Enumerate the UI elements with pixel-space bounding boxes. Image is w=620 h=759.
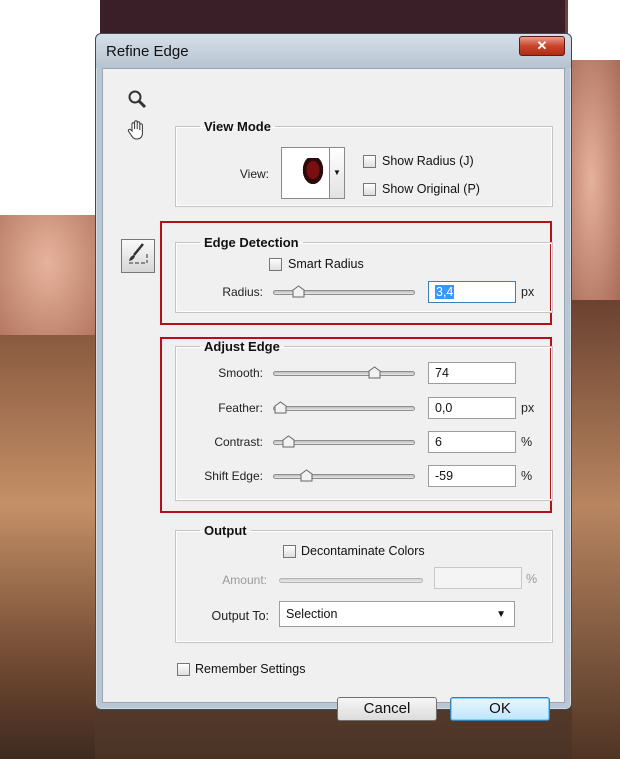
amount-slider[interactable] bbox=[279, 578, 423, 583]
decontaminate-colors-checkbox[interactable] bbox=[283, 545, 296, 558]
output-to-value: Selection bbox=[286, 607, 338, 621]
contrast-input[interactable]: 6 bbox=[428, 431, 516, 453]
amount-label: Amount: bbox=[222, 573, 267, 587]
remember-settings-label: Remember Settings bbox=[195, 662, 306, 676]
radius-unit: px bbox=[521, 285, 535, 299]
refine-radius-brush-icon[interactable] bbox=[121, 239, 155, 273]
shift-edge-input[interactable]: -59 bbox=[428, 465, 516, 487]
output-to-label: Output To: bbox=[211, 609, 269, 623]
view-mode-legend: View Mode bbox=[204, 119, 271, 134]
shift-edge-slider[interactable] bbox=[273, 469, 415, 482]
adjust-edge-legend: Adjust Edge bbox=[204, 339, 280, 354]
show-original-checkbox[interactable] bbox=[363, 183, 376, 196]
radius-slider-thumb[interactable] bbox=[292, 285, 305, 298]
feather-value: 0,0 bbox=[435, 401, 453, 415]
close-icon: ✕ bbox=[536, 38, 548, 53]
feather-unit: px bbox=[521, 401, 535, 415]
title-bar[interactable]: Refine Edge ✕ bbox=[96, 34, 571, 68]
contrast-unit: % bbox=[521, 435, 533, 449]
feather-label: Feather: bbox=[218, 401, 263, 415]
cancel-button[interactable]: Cancel bbox=[337, 697, 437, 721]
edge-detection-legend: Edge Detection bbox=[204, 235, 299, 250]
contrast-value: 6 bbox=[435, 435, 442, 449]
photo-hand-left bbox=[0, 215, 95, 335]
feather-input[interactable]: 0,0 bbox=[428, 397, 516, 419]
dialog-client-area: View Mode View: ▼ Show Radius (J) Show O… bbox=[102, 68, 565, 721]
amount-input[interactable] bbox=[434, 567, 522, 589]
show-radius-label: Show Radius (J) bbox=[382, 154, 474, 168]
radius-slider[interactable] bbox=[273, 285, 415, 298]
output-legend: Output bbox=[204, 523, 247, 538]
smart-radius-label: Smart Radius bbox=[288, 257, 364, 271]
refine-edge-dialog: Refine Edge ✕ View Mode View: ▼ Show Rad… bbox=[95, 33, 572, 721]
view-preview-thumbnail bbox=[300, 158, 326, 188]
photo-hair-right bbox=[572, 300, 620, 759]
ok-button[interactable]: OK bbox=[450, 697, 550, 721]
radius-label: Radius: bbox=[222, 285, 263, 299]
output-to-select[interactable]: Selection ▼ bbox=[279, 601, 515, 627]
chevron-down-icon[interactable]: ▼ bbox=[329, 148, 344, 198]
smooth-value: 74 bbox=[435, 366, 449, 380]
dialog-title: Refine Edge bbox=[106, 43, 189, 60]
show-radius-checkbox[interactable] bbox=[363, 155, 376, 168]
view-label: View: bbox=[239, 167, 269, 181]
magnifier-icon[interactable] bbox=[125, 89, 149, 113]
smart-radius-checkbox[interactable] bbox=[269, 258, 282, 271]
photo-hand-right bbox=[572, 60, 620, 300]
close-button[interactable]: ✕ bbox=[519, 36, 565, 56]
smooth-slider[interactable] bbox=[273, 366, 415, 379]
shift-edge-label: Shift Edge: bbox=[204, 469, 263, 483]
show-original-label: Show Original (P) bbox=[382, 182, 480, 196]
feather-slider-thumb[interactable] bbox=[274, 401, 287, 414]
shift-edge-value: -59 bbox=[435, 469, 454, 483]
shift-edge-slider-thumb[interactable] bbox=[300, 469, 313, 482]
amount-unit: % bbox=[526, 572, 538, 586]
feather-slider[interactable] bbox=[273, 401, 415, 414]
photo-hair-left bbox=[0, 335, 95, 759]
contrast-label: Contrast: bbox=[214, 435, 263, 449]
hand-icon[interactable] bbox=[125, 119, 149, 143]
radius-input[interactable]: 3,4 bbox=[428, 281, 516, 303]
contrast-slider-thumb[interactable] bbox=[282, 435, 295, 448]
chevron-down-icon: ▼ bbox=[496, 609, 506, 620]
view-mode-picker[interactable]: ▼ bbox=[281, 147, 345, 199]
shift-edge-unit: % bbox=[521, 469, 533, 483]
decontaminate-colors-label: Decontaminate Colors bbox=[301, 544, 425, 558]
smooth-slider-thumb[interactable] bbox=[368, 366, 381, 379]
smooth-label: Smooth: bbox=[218, 366, 263, 380]
contrast-slider[interactable] bbox=[273, 435, 415, 448]
radius-value: 3,4 bbox=[435, 285, 455, 299]
smooth-input[interactable]: 74 bbox=[428, 362, 516, 384]
remember-settings-checkbox[interactable] bbox=[177, 663, 190, 676]
photo-white-area bbox=[0, 0, 100, 215]
